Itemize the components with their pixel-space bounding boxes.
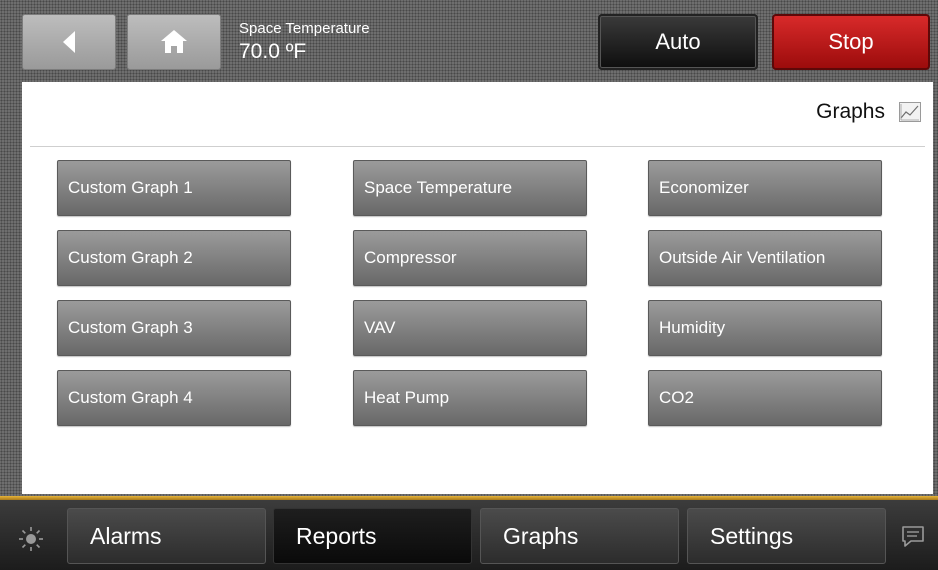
graph-button-custom-graph-4[interactable]: Custom Graph 4 [57,370,291,426]
home-icon [161,30,187,54]
graph-button-humidity[interactable]: Humidity [648,300,882,356]
panel-divider [30,146,925,147]
graph-icon [899,102,921,122]
graph-button-co2[interactable]: CO2 [648,370,882,426]
graphs-panel: Graphs Custom Graph 1 Space Temperature … [22,82,933,494]
tab-settings[interactable]: Settings [687,508,886,564]
tab-reports[interactable]: Reports [273,508,472,564]
home-button[interactable] [127,14,221,70]
graph-button-custom-graph-2[interactable]: Custom Graph 2 [57,230,291,286]
graph-button-economizer[interactable]: Economizer [648,160,882,216]
panel-header: Graphs [816,100,921,124]
back-button[interactable] [22,14,116,70]
graph-button-outside-air-ventilation[interactable]: Outside Air Ventilation [648,230,882,286]
sun-icon[interactable] [18,526,44,552]
chat-icon[interactable] [900,525,926,549]
back-arrow-icon [63,31,75,53]
stop-button[interactable]: Stop [772,14,930,70]
graph-button-compressor[interactable]: Compressor [353,230,587,286]
graph-button-custom-graph-1[interactable]: Custom Graph 1 [57,160,291,216]
top-bar: Space Temperature 70.0 ºF Auto Stop [0,0,938,80]
tab-graphs[interactable]: Graphs [480,508,679,564]
graph-button-space-temperature[interactable]: Space Temperature [353,160,587,216]
page-title: Graphs [816,100,885,123]
space-temperature-label: Space Temperature [239,20,370,37]
tab-alarms[interactable]: Alarms [67,508,266,564]
auto-button[interactable]: Auto [598,14,758,70]
graph-button-vav[interactable]: VAV [353,300,587,356]
space-temperature-value: 70.0 ºF [239,40,307,63]
graph-button-custom-graph-3[interactable]: Custom Graph 3 [57,300,291,356]
bottom-nav: Alarms Reports Graphs Settings [0,500,938,570]
graph-button-heat-pump[interactable]: Heat Pump [353,370,587,426]
